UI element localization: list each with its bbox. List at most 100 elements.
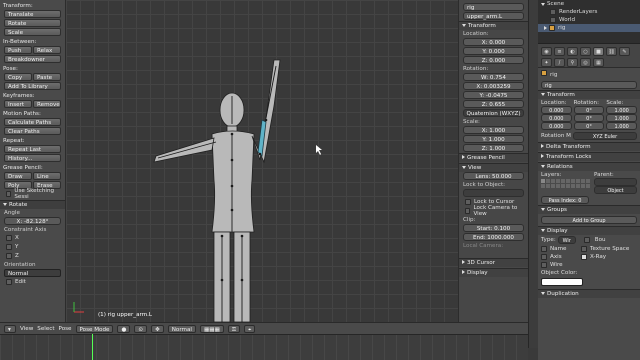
checkbox-box[interactable] [6, 191, 12, 197]
draw-button[interactable]: Draw [4, 172, 32, 180]
layer-cell[interactable] [561, 179, 565, 183]
layer-cell[interactable] [581, 184, 585, 188]
pass-index-field[interactable]: Pass Index: 0 [541, 196, 589, 204]
layer-cell[interactable] [556, 184, 560, 188]
props-scale-x[interactable]: 1.000 [606, 106, 638, 114]
lock-camera-checkbox[interactable]: Lock Camera to View [465, 205, 524, 217]
modifiers-tab-icon[interactable]: ✎ [619, 47, 630, 56]
props-scale-y[interactable]: 1.000 [606, 114, 638, 122]
scale-z-field[interactable]: Z: 1.000 [463, 144, 524, 152]
name-checkbox[interactable]: Name [541, 245, 581, 253]
groups-header[interactable]: Groups [538, 205, 640, 214]
area-divider[interactable] [528, 0, 538, 348]
clear-paths-button[interactable]: Clear Paths [4, 127, 61, 135]
rotation-z-field[interactable]: Z: 0.655 [463, 100, 524, 108]
layer-cell[interactable] [566, 184, 570, 188]
checkbox-box[interactable] [541, 254, 547, 260]
props-transform-header[interactable]: Transform [538, 90, 640, 99]
layer-cell[interactable] [586, 179, 590, 183]
layer-cell[interactable] [541, 179, 545, 183]
lock-object-field[interactable] [463, 189, 524, 197]
rotation-y-field[interactable]: Y: -0.0475 [463, 91, 524, 99]
layer-cell[interactable] [551, 184, 555, 188]
bounds-checkbox[interactable] [583, 237, 590, 243]
repeat-last-button[interactable]: Repeat Last [4, 145, 61, 153]
object-color-swatch[interactable] [541, 278, 583, 286]
insert-keyframe-button[interactable]: Insert [4, 100, 32, 108]
axis-checkbox[interactable]: Axis [541, 253, 581, 261]
use-sketching-checkbox[interactable]: Use Sketching Sessi [6, 188, 61, 200]
parent-type-select[interactable]: Object [594, 186, 637, 194]
edit-checkbox[interactable]: Edit [6, 278, 61, 286]
outliner-scene[interactable]: Scene [538, 0, 640, 8]
lens-field[interactable]: Lens: 50.000 [463, 172, 524, 180]
outliner-rig[interactable]: rig [538, 24, 640, 32]
constraints-tab-icon[interactable]: ⛓ [606, 47, 617, 56]
scale-x-field[interactable]: X: 1.000 [463, 126, 524, 134]
rotate-button[interactable]: Rotate [4, 19, 61, 27]
object-name-field[interactable]: rig [541, 81, 637, 89]
orientation-select[interactable]: Normal [167, 324, 196, 333]
world-tab-icon[interactable]: ○ [580, 47, 591, 56]
location-y-field[interactable]: Y: 0.000 [463, 47, 524, 55]
timeline[interactable] [0, 334, 528, 360]
layers-icon[interactable]: ▦▦▦ [200, 324, 224, 333]
relax-button[interactable]: Relax [33, 46, 61, 54]
transform-locks-header[interactable]: Transform Locks [538, 152, 640, 161]
viewport-shading-icon[interactable]: ● [117, 324, 131, 333]
props-loc-z[interactable]: 0.000 [541, 122, 572, 130]
rotation-mode-select[interactable]: XYZ Euler [573, 132, 637, 140]
grease-pencil-header[interactable]: Grease Pencil [459, 153, 528, 162]
view-header[interactable]: View [459, 163, 528, 172]
outliner-world[interactable]: World [538, 16, 640, 24]
checkbox-box[interactable] [6, 253, 12, 259]
props-loc-y[interactable]: 0.000 [541, 114, 572, 122]
angle-field[interactable]: X: -82.128° [4, 217, 61, 225]
n-transform-header[interactable]: Transform [459, 21, 528, 30]
scene-tab-icon[interactable]: ◐ [567, 47, 578, 56]
props-loc-x[interactable]: 0.000 [541, 106, 572, 114]
manipulator-icon[interactable]: ✥ [151, 324, 164, 333]
outliner-render-layers[interactable]: RenderLayers [538, 8, 640, 16]
add-to-group-button[interactable]: Add to Group [541, 216, 637, 224]
location-x-field[interactable]: X: 0.000 [463, 38, 524, 46]
paste-button[interactable]: Paste [33, 73, 61, 81]
bone-constraint-tab-icon[interactable]: ⚲ [567, 58, 578, 67]
props-scale-z[interactable]: 1.000 [606, 122, 638, 130]
checkbox-box[interactable] [465, 199, 471, 205]
props-rot-y[interactable]: 0° [573, 114, 605, 122]
lock-icon[interactable]: ⚿ [227, 324, 241, 333]
axis-y-checkbox[interactable]: Y [6, 243, 61, 251]
rotation-w-field[interactable]: W: 0.754 [463, 73, 524, 81]
layer-cell[interactable] [551, 179, 555, 183]
push-button[interactable]: Push [4, 46, 32, 54]
rotate-operator-panel-header[interactable]: Rotate [0, 200, 65, 209]
relations-header[interactable]: Relations [538, 162, 640, 171]
data-tab-icon[interactable]: ✦ [541, 58, 552, 67]
editor-type-icon[interactable]: ▾ [4, 324, 16, 333]
snap-icon[interactable]: ⌖ [244, 324, 256, 333]
checkbox-box[interactable] [6, 235, 12, 241]
timeline-playhead[interactable] [92, 334, 93, 360]
calculate-paths-button[interactable]: Calculate Paths [4, 118, 61, 126]
add-to-library-button[interactable]: Add To Library [4, 82, 61, 90]
display-type-select[interactable]: Wir [557, 236, 576, 244]
history-button[interactable]: History... [4, 154, 61, 162]
scale-button[interactable]: Scale [4, 28, 61, 36]
view-menu[interactable]: View [20, 326, 33, 332]
translate-button[interactable]: Translate [4, 10, 61, 18]
texture-tab-icon[interactable]: ▦ [593, 58, 604, 67]
duplication-header[interactable]: Duplication [538, 289, 640, 298]
props-display-header[interactable]: Display [538, 226, 640, 235]
layer-grid[interactable] [541, 179, 590, 188]
layer-cell[interactable] [576, 184, 580, 188]
armature-field[interactable]: rig [463, 3, 524, 11]
bone-tab-icon[interactable]: / [554, 58, 565, 67]
select-menu[interactable]: Select [37, 326, 54, 332]
layer-cell[interactable] [546, 184, 550, 188]
breakdowner-button[interactable]: Breakdowner [4, 55, 61, 63]
parent-field[interactable] [594, 178, 637, 186]
checkbox-box[interactable] [6, 244, 12, 250]
render-layers-tab-icon[interactable]: ≡ [554, 47, 565, 56]
layer-cell[interactable] [571, 179, 575, 183]
